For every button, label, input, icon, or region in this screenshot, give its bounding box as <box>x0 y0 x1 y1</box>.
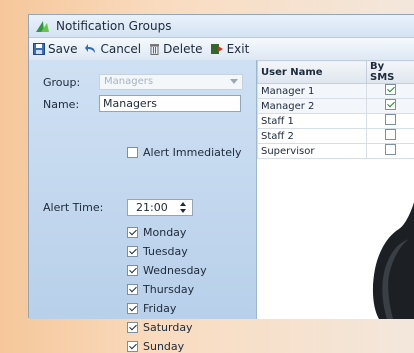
day-label: Monday <box>143 226 186 239</box>
column-header-user-name[interactable]: User Name <box>258 61 367 84</box>
table-row[interactable]: Supervisor <box>258 144 414 159</box>
users-grid: User Name By SMS Manager 1 Manager 2 Sta… <box>257 60 414 319</box>
day-checkbox[interactable] <box>127 322 138 333</box>
undo-icon <box>85 43 97 55</box>
table-row[interactable]: Manager 1 <box>258 84 414 99</box>
name-value: Managers <box>103 97 157 110</box>
user-name-cell: Manager 1 <box>258 84 367 99</box>
sms-checkbox[interactable] <box>385 129 396 140</box>
save-icon <box>33 43 45 55</box>
chevron-down-icon <box>230 79 238 84</box>
sms-checkbox[interactable] <box>385 84 396 95</box>
user-name-cell: Supervisor <box>258 144 367 159</box>
alert-immediately-checkbox[interactable] <box>127 147 138 158</box>
alert-immediately-row[interactable]: Alert Immediately <box>127 146 242 159</box>
user-name-cell: Staff 2 <box>258 129 367 144</box>
name-input[interactable]: Managers <box>99 95 241 112</box>
day-tuesday[interactable]: Tuesday <box>127 245 188 258</box>
decorative-device-image <box>369 199 414 319</box>
alert-time-value: 21:00 <box>136 201 168 214</box>
day-thursday[interactable]: Thursday <box>127 283 194 296</box>
day-wednesday[interactable]: Wednesday <box>127 264 207 277</box>
column-header-by-sms[interactable]: By SMS <box>367 61 414 84</box>
table-row[interactable]: Staff 2 <box>258 129 414 144</box>
day-checkbox[interactable] <box>127 265 138 276</box>
table-row[interactable]: Manager 2 <box>258 99 414 114</box>
users-table: User Name By SMS Manager 1 Manager 2 Sta… <box>257 60 414 159</box>
day-friday[interactable]: Friday <box>127 302 176 315</box>
app-icon <box>35 19 51 33</box>
toolbar: Save Cancel Delete Exit <box>29 38 414 61</box>
delete-button[interactable]: Delete <box>149 42 202 56</box>
day-monday[interactable]: Monday <box>127 226 186 239</box>
sms-checkbox[interactable] <box>385 144 396 155</box>
day-checkbox[interactable] <box>127 341 138 352</box>
sms-cell <box>367 99 414 114</box>
group-details-panel: Group: Managers Name: Managers Alert Imm… <box>29 60 257 319</box>
user-name-cell: Staff 1 <box>258 114 367 129</box>
exit-icon <box>211 43 224 55</box>
table-row[interactable]: Staff 1 <box>258 114 414 129</box>
day-label: Saturday <box>143 321 193 334</box>
day-checkbox[interactable] <box>127 284 138 295</box>
day-label: Tuesday <box>143 245 188 258</box>
day-saturday[interactable]: Saturday <box>127 321 193 334</box>
save-button[interactable]: Save <box>33 42 77 56</box>
day-checkbox[interactable] <box>127 303 138 314</box>
day-label: Thursday <box>143 283 194 296</box>
alert-immediately-label: Alert Immediately <box>143 146 242 159</box>
notification-groups-window: Notification Groups Save Cancel Dele <box>28 14 414 318</box>
spinner-icon[interactable] <box>180 202 186 213</box>
group-select[interactable]: Managers <box>99 74 243 90</box>
sms-cell <box>367 84 414 99</box>
exit-label: Exit <box>227 42 250 56</box>
day-checkbox[interactable] <box>127 246 138 257</box>
name-label: Name: <box>43 98 79 111</box>
window-title: Notification Groups <box>56 19 171 33</box>
sms-checkbox[interactable] <box>385 114 396 125</box>
day-label: Friday <box>143 302 176 315</box>
sms-checkbox[interactable] <box>385 99 396 110</box>
group-select-value: Managers <box>104 76 153 87</box>
day-label: Sunday <box>143 340 184 353</box>
save-label: Save <box>48 42 77 56</box>
group-label: Group: <box>43 76 80 89</box>
title-bar: Notification Groups <box>29 15 414 38</box>
alert-time-input[interactable]: 21:00 <box>127 199 193 216</box>
sms-cell <box>367 144 414 159</box>
day-sunday[interactable]: Sunday <box>127 340 184 353</box>
trash-icon <box>149 43 160 55</box>
exit-button[interactable]: Exit <box>211 42 250 56</box>
user-name-cell: Manager 2 <box>258 99 367 114</box>
day-label: Wednesday <box>143 264 207 277</box>
alert-time-label: Alert Time: <box>43 201 103 214</box>
sms-cell <box>367 114 414 129</box>
cancel-button[interactable]: Cancel <box>85 42 141 56</box>
day-checkbox[interactable] <box>127 227 138 238</box>
sms-cell <box>367 129 414 144</box>
cancel-label: Cancel <box>100 42 141 56</box>
delete-label: Delete <box>163 42 202 56</box>
